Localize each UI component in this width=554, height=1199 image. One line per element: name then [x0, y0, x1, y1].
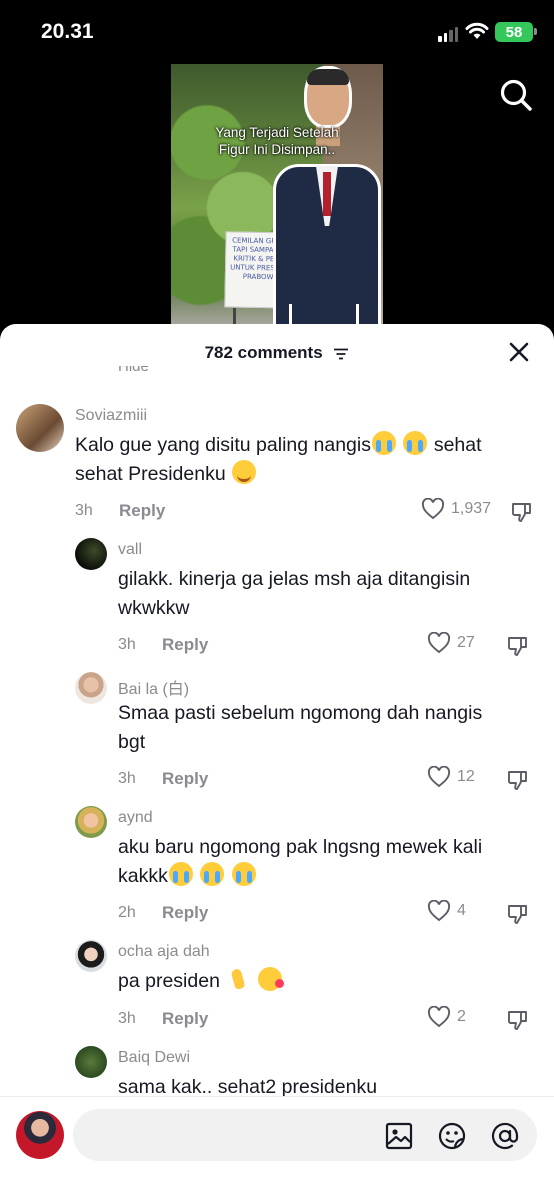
avatar[interactable]: [75, 806, 107, 838]
reply-button[interactable]: Reply: [162, 1009, 208, 1029]
reply-button[interactable]: Reply: [162, 903, 208, 923]
thumbs-down-icon[interactable]: [510, 500, 534, 524]
like-button[interactable]: 27: [427, 632, 475, 654]
avatar[interactable]: [75, 940, 107, 972]
video-caption-line2: Figur Ini Disimpan..: [218, 142, 336, 157]
status-time: 20.31: [41, 20, 94, 43]
like-count: 27: [457, 634, 475, 651]
cutout-hair: [307, 69, 349, 85]
raised-finger-emoji-icon: [226, 967, 250, 991]
comment-username[interactable]: aynd: [118, 809, 153, 827]
thumbs-down-icon[interactable]: [506, 768, 530, 792]
like-button[interactable]: 4: [427, 900, 466, 922]
comments-header: 782 comments Hide: [0, 324, 554, 380]
crying-emoji-icon: [168, 862, 193, 886]
at-icon[interactable]: [490, 1121, 520, 1151]
heart-icon: [427, 900, 451, 922]
crying-emoji-icon: [403, 431, 428, 455]
comments-count: 782 comments: [204, 343, 323, 362]
comment-text-line1: pa presiden: [118, 970, 220, 992]
image-icon[interactable]: [384, 1121, 414, 1151]
comment-time: 2h: [118, 904, 136, 921]
crying-emoji-icon: [371, 431, 396, 455]
crying-emoji-icon: [200, 862, 225, 886]
comment-text-line2: sehat Presidenku: [75, 463, 226, 485]
comment-time: 3h: [75, 502, 93, 519]
filter-icon[interactable]: [333, 348, 349, 360]
comment-input-bar: [0, 1096, 554, 1199]
comments-sheet: 782 comments Hide Soviazmiii Kalo gue ya…: [0, 324, 554, 1199]
cellular-signal-icon: [438, 24, 458, 42]
heart-icon: [421, 498, 445, 520]
comment-text-word: sehat: [433, 434, 482, 456]
reply-button[interactable]: Reply: [162, 769, 208, 789]
heart-icon: [427, 632, 451, 654]
comment-text-line1: aku baru ngomong pak lngsng mewek kali: [118, 836, 483, 858]
video-thumbnail[interactable]: CEMILAN GRATIS TAPI SAMPAIKAN KRITIK & P…: [171, 64, 383, 326]
avatar[interactable]: [75, 538, 107, 570]
comment-text-line1: Kalo gue yang disitu paling nangis: [75, 434, 371, 456]
cutout-legs: [289, 304, 359, 326]
like-count: 2: [457, 1008, 466, 1025]
my-avatar[interactable]: [16, 1111, 64, 1159]
battery-level: 58: [505, 23, 523, 41]
thumbs-down-icon[interactable]: [506, 902, 530, 926]
like-button[interactable]: 2: [427, 1006, 466, 1028]
comment-text: pa presiden: [118, 967, 284, 996]
crying-emoji-icon: [231, 862, 256, 886]
comment-text: Kalo gue yang disitu paling nangis sehat: [75, 431, 482, 460]
like-count: 12: [457, 768, 475, 785]
avatar[interactable]: [75, 672, 107, 704]
reply-button[interactable]: Reply: [162, 635, 208, 655]
heart-icon: [427, 766, 451, 788]
comments-title[interactable]: 782 comments: [0, 343, 554, 363]
heart-icon: [427, 1006, 451, 1028]
comment-time: 3h: [118, 770, 136, 787]
wifi-icon: [465, 22, 489, 39]
close-icon[interactable]: [506, 339, 532, 365]
video-caption: Yang Terjadi Setelah Figur Ini Disimpan.…: [171, 124, 383, 158]
like-count: 1,937: [451, 500, 492, 517]
comment-text-cont: sehat Presidenku: [75, 460, 257, 489]
avatar[interactable]: [16, 404, 64, 452]
like-button[interactable]: 12: [427, 766, 475, 788]
battery-indicator: 58: [495, 22, 537, 42]
search-icon[interactable]: [499, 78, 533, 112]
sticker-icon[interactable]: [437, 1121, 467, 1151]
thumbs-down-icon[interactable]: [506, 1008, 530, 1032]
reply-button[interactable]: Reply: [119, 501, 165, 521]
comment-text-line2: wkwkkw: [118, 597, 190, 619]
thumbs-down-icon[interactable]: [506, 634, 530, 658]
kiss-emoji-icon: [257, 967, 284, 991]
comment-text-line1: gilakk. kinerja ga jelas msh aja ditangi…: [118, 568, 471, 590]
avatar[interactable]: [75, 1046, 107, 1078]
video-caption-line1: Yang Terjadi Setelah: [215, 125, 339, 140]
like-count: 4: [457, 902, 466, 919]
comment-text-line1: Smaa pasti sebelum ngomong dah nangis: [118, 702, 483, 724]
comment-text-line2: kakkk: [118, 865, 168, 887]
comment-username[interactable]: Bai la (白): [118, 675, 189, 699]
like-button[interactable]: 1,937: [421, 498, 491, 520]
comment-username[interactable]: Baiq Dewi: [118, 1049, 190, 1067]
hugging-emoji-icon: [232, 460, 257, 484]
cutout-tie: [323, 172, 331, 216]
comment-username[interactable]: vall: [118, 541, 142, 559]
comment-username[interactable]: ocha aja dah: [118, 943, 210, 961]
comment-time: 3h: [118, 1010, 136, 1027]
comment-username[interactable]: Soviazmiii: [75, 407, 147, 425]
hide-replies-link[interactable]: Hide: [118, 366, 149, 378]
comment-time: 3h: [118, 636, 136, 653]
comment-text-cont: kakkk: [118, 862, 257, 891]
comment-text-line2: bgt: [118, 731, 146, 753]
comment-input[interactable]: [73, 1109, 537, 1161]
status-bar: 20.31 58: [0, 0, 554, 64]
